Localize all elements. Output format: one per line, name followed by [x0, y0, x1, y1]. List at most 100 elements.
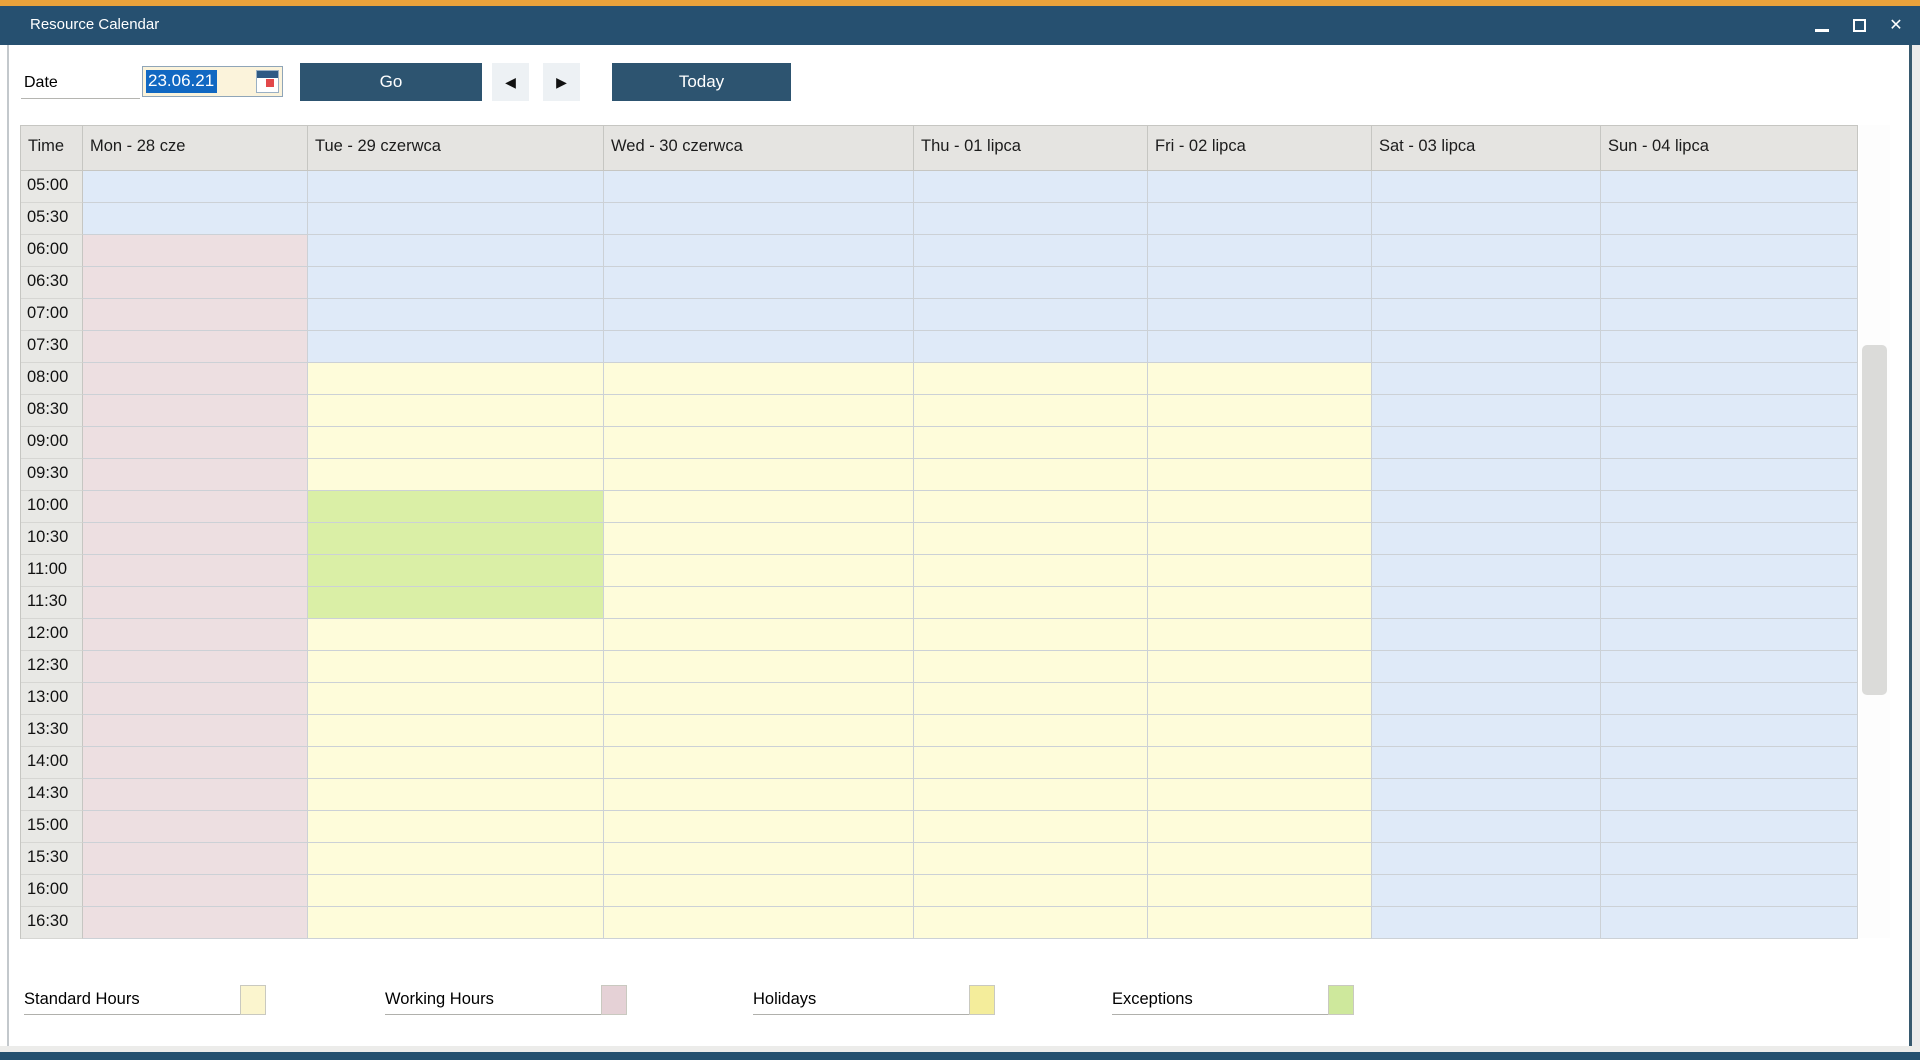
calendar-cell[interactable]	[1148, 555, 1372, 587]
calendar-cell[interactable]	[83, 299, 308, 331]
calendar-cell[interactable]	[1601, 907, 1858, 939]
calendar-cell[interactable]	[914, 907, 1148, 939]
calendar-cell[interactable]	[308, 299, 604, 331]
calendar-cell[interactable]	[83, 363, 308, 395]
calendar-cell[interactable]	[604, 363, 914, 395]
calendar-cell[interactable]	[308, 683, 604, 715]
calendar-cell[interactable]	[1601, 363, 1858, 395]
calendar-cell[interactable]	[914, 555, 1148, 587]
calendar-cell[interactable]	[1372, 587, 1601, 619]
calendar-cell[interactable]	[1372, 395, 1601, 427]
calendar-cell[interactable]	[1601, 331, 1858, 363]
calendar-cell[interactable]	[308, 459, 604, 491]
calendar-cell[interactable]	[1372, 491, 1601, 523]
go-button[interactable]: Go	[300, 63, 482, 101]
calendar-cell[interactable]	[83, 619, 308, 651]
calendar-cell[interactable]	[914, 843, 1148, 875]
today-button[interactable]: Today	[612, 63, 791, 101]
calendar-cell[interactable]	[1148, 747, 1372, 779]
calendar-cell[interactable]	[308, 267, 604, 299]
calendar-cell[interactable]	[914, 683, 1148, 715]
calendar-cell[interactable]	[83, 523, 308, 555]
calendar-cell[interactable]	[604, 683, 914, 715]
calendar-cell[interactable]	[83, 235, 308, 267]
calendar-cell[interactable]	[1148, 363, 1372, 395]
calendar-cell[interactable]	[1372, 363, 1601, 395]
calendar-cell[interactable]	[604, 907, 914, 939]
minimize-button[interactable]	[1812, 16, 1832, 36]
calendar-cell[interactable]	[1148, 875, 1372, 907]
calendar-cell[interactable]	[1601, 459, 1858, 491]
calendar-cell[interactable]	[1148, 299, 1372, 331]
calendar-cell[interactable]	[1148, 171, 1372, 203]
calendar-cell[interactable]	[604, 747, 914, 779]
calendar-cell[interactable]	[1601, 523, 1858, 555]
calendar-cell[interactable]	[1148, 523, 1372, 555]
calendar-cell[interactable]	[604, 555, 914, 587]
calendar-cell[interactable]	[1601, 747, 1858, 779]
calendar-cell[interactable]	[308, 427, 604, 459]
calendar-cell[interactable]	[914, 171, 1148, 203]
calendar-cell[interactable]	[1601, 299, 1858, 331]
calendar-cell[interactable]	[83, 747, 308, 779]
calendar-cell[interactable]	[604, 779, 914, 811]
calendar-cell[interactable]	[1372, 811, 1601, 843]
calendar-cell[interactable]	[604, 523, 914, 555]
previous-week-button[interactable]: ◀	[492, 63, 529, 101]
calendar-cell[interactable]	[308, 523, 604, 555]
calendar-cell[interactable]	[604, 875, 914, 907]
calendar-cell[interactable]	[1148, 843, 1372, 875]
calendar-cell[interactable]	[1148, 907, 1372, 939]
calendar-cell[interactable]	[1601, 427, 1858, 459]
calendar-cell[interactable]	[914, 459, 1148, 491]
calendar-cell[interactable]	[1148, 395, 1372, 427]
calendar-cell[interactable]	[1372, 651, 1601, 683]
calendar-cell[interactable]	[604, 395, 914, 427]
calendar-cell[interactable]	[1148, 779, 1372, 811]
calendar-cell[interactable]	[308, 715, 604, 747]
calendar-cell[interactable]	[308, 843, 604, 875]
calendar-cell[interactable]	[914, 363, 1148, 395]
calendar-cell[interactable]	[604, 299, 914, 331]
calendar-cell[interactable]	[914, 747, 1148, 779]
calendar-cell[interactable]	[604, 619, 914, 651]
calendar-cell[interactable]	[1601, 619, 1858, 651]
calendar-cell[interactable]	[1372, 555, 1601, 587]
vertical-scrollbar[interactable]	[1859, 125, 1890, 938]
calendar-cell[interactable]	[1601, 491, 1858, 523]
calendar-cell[interactable]	[1148, 491, 1372, 523]
calendar-cell[interactable]	[1372, 875, 1601, 907]
calendar-cell[interactable]	[1372, 843, 1601, 875]
calendar-cell[interactable]	[308, 587, 604, 619]
calendar-cell[interactable]	[308, 363, 604, 395]
calendar-cell[interactable]	[914, 875, 1148, 907]
calendar-cell[interactable]	[1372, 523, 1601, 555]
calendar-cell[interactable]	[604, 427, 914, 459]
calendar-cell[interactable]	[604, 843, 914, 875]
calendar-cell[interactable]	[83, 651, 308, 683]
calendar-cell[interactable]	[308, 555, 604, 587]
calendar-cell[interactable]	[1148, 587, 1372, 619]
calendar-cell[interactable]	[1372, 235, 1601, 267]
calendar-cell[interactable]	[914, 651, 1148, 683]
calendar-cell[interactable]	[83, 459, 308, 491]
calendar-cell[interactable]	[1601, 683, 1858, 715]
calendar-cell[interactable]	[1601, 555, 1858, 587]
calendar-cell[interactable]	[1372, 203, 1601, 235]
calendar-cell[interactable]	[914, 203, 1148, 235]
calendar-cell[interactable]	[1148, 235, 1372, 267]
calendar-cell[interactable]	[1148, 331, 1372, 363]
calendar-cell[interactable]	[1372, 427, 1601, 459]
calendar-cell[interactable]	[308, 619, 604, 651]
calendar-cell[interactable]	[83, 907, 308, 939]
calendar-cell[interactable]	[1601, 811, 1858, 843]
calendar-cell[interactable]	[914, 427, 1148, 459]
calendar-cell[interactable]	[308, 171, 604, 203]
calendar-cell[interactable]	[1148, 203, 1372, 235]
calendar-cell[interactable]	[308, 491, 604, 523]
calendar-cell[interactable]	[914, 267, 1148, 299]
calendar-cell[interactable]	[914, 235, 1148, 267]
calendar-cell[interactable]	[604, 811, 914, 843]
calendar-cell[interactable]	[1601, 651, 1858, 683]
calendar-cell[interactable]	[1601, 395, 1858, 427]
